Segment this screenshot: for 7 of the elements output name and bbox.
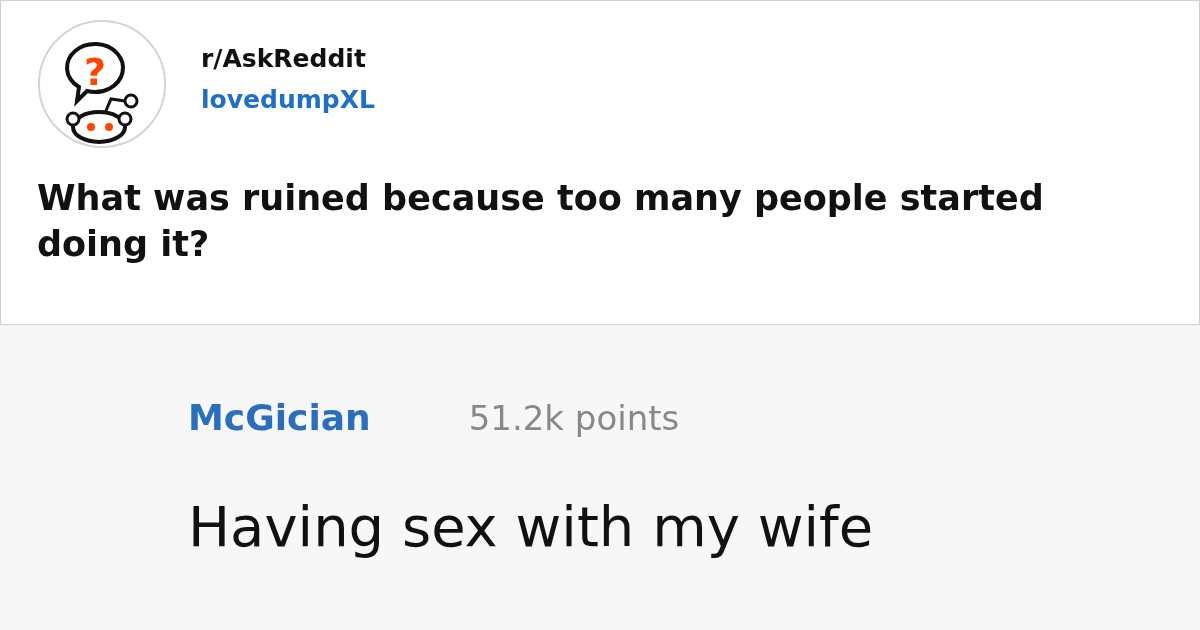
subreddit-logo-icon: ? (37, 19, 167, 149)
comment-points: 51.2k points (468, 397, 680, 440)
author-name[interactable]: lovedumpXL (201, 81, 375, 119)
commenter-name[interactable]: McGician (188, 391, 371, 445)
comment-text: Having sex with my wife (188, 493, 875, 561)
post-title: What was ruined because too many people started doing it? (37, 177, 1045, 266)
subreddit-name[interactable]: r/AskReddit (201, 39, 375, 77)
